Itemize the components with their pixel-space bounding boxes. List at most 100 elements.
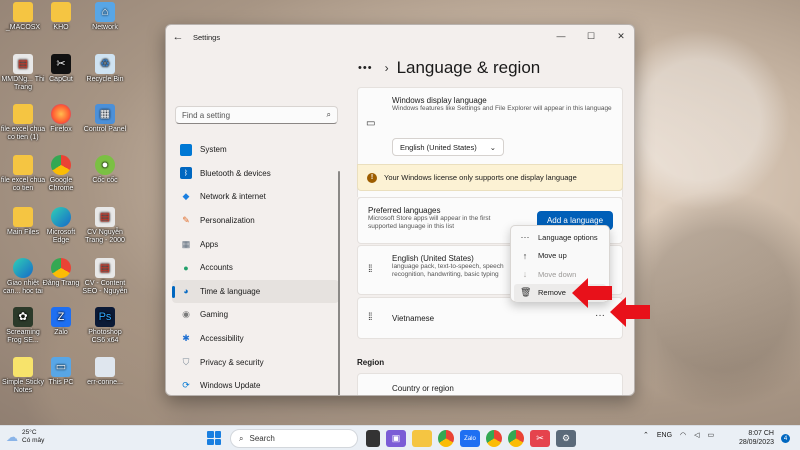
sidebar-item-bluetooth[interactable]: ᛒ Bluetooth & devices: [172, 162, 339, 186]
control-panel-icon: ▦: [95, 104, 115, 124]
desktop-icon-dang-trang[interactable]: Đăng Trang: [38, 258, 84, 288]
sidebar-item-system[interactable]: System: [172, 138, 339, 162]
sidebar-scrollbar[interactable]: [338, 171, 340, 395]
file-explorer-icon[interactable]: [412, 430, 432, 447]
desktop-icon-label: CV Nguyễn Trang - 2000: [85, 229, 125, 244]
sidebar-item-windows-update[interactable]: ⟳ Windows Update: [172, 374, 339, 395]
weather-widget[interactable]: ☁ 25°C Có mây: [6, 429, 44, 445]
title-bar: ← Settings — ☐ ✕: [166, 25, 634, 49]
sidebar-item-label: Apps: [200, 239, 219, 249]
sidebar-item-gaming[interactable]: ◉ Gaming: [172, 303, 339, 327]
firefox-icon: [51, 104, 71, 124]
desktop-icon-network[interactable]: ⌂ Network: [82, 2, 128, 32]
cloud-icon: ☁: [6, 430, 18, 444]
desktop-icon-label: Google Chrome: [48, 177, 74, 192]
volume-icon[interactable]: ◁: [694, 431, 699, 439]
sidebar-item-accounts[interactable]: ● Accounts: [172, 256, 339, 280]
desktop-icon-err-connection[interactable]: err-conne...: [82, 357, 128, 387]
desktop-icon-this-pc[interactable]: ▭ This PC: [38, 357, 84, 387]
desktop-icon-capcut[interactable]: ✂ CapCut: [38, 54, 84, 84]
desktop-icon-kho[interactable]: KHO: [38, 2, 84, 32]
desktop-icon-label: Zalo: [54, 329, 68, 336]
clock[interactable]: 8:07 CH 28/09/2023: [738, 429, 774, 447]
menu-item-language-options[interactable]: ··· Language options: [514, 228, 606, 247]
globe-icon: ◕: [183, 286, 189, 297]
display-language-dropdown[interactable]: English (United States) ⌄: [392, 138, 504, 156]
drag-handle-icon[interactable]: ⁞⁞: [368, 312, 372, 323]
desktop-icon-label: Microsoft Edge: [46, 229, 76, 244]
wifi-icon[interactable]: ◠: [680, 431, 686, 439]
desktop-icon-label: KHO: [53, 24, 69, 31]
desktop-icon-recycle-bin[interactable]: ♻ Recycle Bin: [82, 54, 128, 84]
sticky-notes-icon: [13, 357, 33, 377]
desktop-icon-zalo[interactable]: Z Zalo: [38, 307, 84, 337]
windows-logo-icon: [207, 431, 214, 438]
sidebar-item-apps[interactable]: ▦ Apps: [172, 232, 339, 256]
desktop-icon-cv-content-seo[interactable]: ▤ CV - Content SEO - Nguyễn: [82, 258, 128, 296]
desktop-icon-photoshop[interactable]: Ps Photoshop CS6 x64: [82, 307, 128, 345]
breadcrumb: ••• › Language & region: [358, 58, 540, 78]
sidebar-item-time-language[interactable]: ◕ Time & language: [172, 279, 339, 304]
chrome-icon[interactable]: [486, 430, 502, 447]
battery-icon[interactable]: ▭: [708, 431, 715, 439]
snipping-tool-icon[interactable]: ✂: [530, 430, 550, 447]
taskbar-search[interactable]: ⌕ Search: [230, 429, 358, 448]
menu-item-label: Move up: [538, 251, 567, 261]
sidebar-item-personalization[interactable]: ✎ Personalization: [172, 209, 339, 233]
preferred-languages-subtitle: Microsoft Store apps will appear in the …: [368, 215, 491, 230]
desktop-icon-firefox[interactable]: Firefox: [38, 104, 84, 134]
chevron-down-icon: ⌄: [489, 142, 496, 152]
search-input[interactable]: [182, 110, 327, 120]
window-controls: — ☐ ✕: [546, 25, 634, 47]
minimize-button[interactable]: —: [546, 25, 576, 47]
desktop-icon-control-panel[interactable]: ▦ Control Panel: [82, 104, 128, 134]
taskbar-apps: ▣ Zalo ✂ ⚙: [362, 430, 582, 447]
desktop-icon-label: Main Files: [7, 229, 39, 236]
desktop-icon-coccoc[interactable]: ● Cốc cốc: [82, 155, 128, 185]
settings-search-box[interactable]: ⌕: [175, 106, 338, 124]
settings-gear-icon[interactable]: ⚙: [556, 430, 576, 447]
arrow-up-icon: ↑: [522, 250, 528, 261]
back-arrow-icon[interactable]: ←: [166, 31, 190, 43]
close-button[interactable]: ✕: [606, 25, 634, 47]
chrome-icon[interactable]: [438, 430, 454, 447]
drag-handle-icon[interactable]: ⁞⁞: [368, 264, 372, 275]
chrome-icon[interactable]: [508, 430, 524, 447]
desktop-icon-cv-nguyen-trang[interactable]: ▤ CV Nguyễn Trang - 2000: [82, 207, 128, 245]
meet-icon[interactable]: ▣: [386, 430, 406, 447]
sidebar-item-network[interactable]: ◆ Network & internet: [172, 185, 339, 209]
desktop-icon-edge[interactable]: Microsoft Edge: [38, 207, 84, 245]
zalo-icon[interactable]: Zalo: [460, 430, 480, 447]
start-button[interactable]: [207, 431, 221, 445]
chevron-up-icon[interactable]: ⌃: [643, 431, 649, 439]
photoshop-icon: Ps: [95, 307, 115, 327]
input-language[interactable]: ENG: [657, 432, 672, 439]
pdf-icon: ▤: [13, 54, 33, 74]
monitor-icon: ▭: [366, 118, 376, 129]
license-warning: ! Your Windows license only supports one…: [357, 164, 623, 191]
search-icon: ⌕: [326, 110, 331, 119]
country-region-card[interactable]: Country or region: [357, 373, 623, 395]
desktop-icon-chrome[interactable]: Google Chrome: [38, 155, 84, 193]
breadcrumb-more-icon[interactable]: •••: [358, 62, 373, 74]
maximize-button[interactable]: ☐: [576, 25, 606, 47]
sidebar-item-privacy[interactable]: ⛉ Privacy & security: [172, 350, 339, 374]
more-options-icon[interactable]: ···: [595, 310, 605, 321]
notification-badge[interactable]: 4: [781, 434, 790, 443]
sidebar-item-accessibility[interactable]: ✱ Accessibility: [172, 327, 339, 351]
desktop-icon-label: _MACOSX: [5, 24, 41, 31]
recycle-bin-icon: ♻: [95, 54, 115, 74]
preferred-languages-title: Preferred languages: [368, 206, 441, 215]
sidebar-item-label: Time & language: [200, 286, 261, 296]
menu-item-move-up[interactable]: ↑ Move up: [514, 247, 606, 266]
menu-item-label: Language options: [538, 232, 598, 242]
task-view-icon[interactable]: [366, 430, 380, 447]
sidebar-item-label: System: [200, 145, 227, 155]
sidebar-item-label: Privacy & security: [200, 357, 264, 367]
arrow-down-icon: ↓: [522, 269, 528, 280]
person-icon: ●: [183, 262, 189, 273]
language-name: Vietnamese: [392, 314, 435, 323]
weather-temp: 25°C: [22, 429, 37, 436]
sidebar-item-label: Windows Update: [200, 381, 261, 391]
desktop-icon-label: This PC: [48, 379, 74, 386]
